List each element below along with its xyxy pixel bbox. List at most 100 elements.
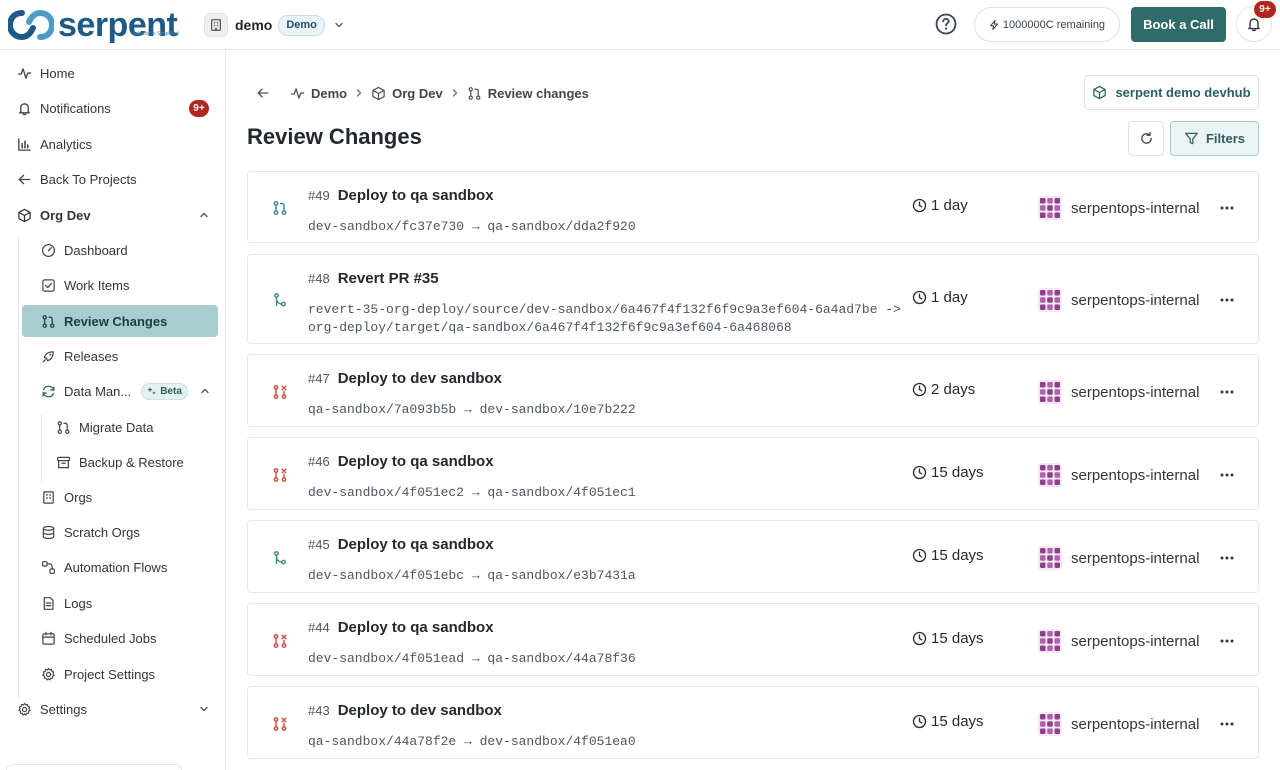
change-title[interactable]: Deploy to qa sandbox [338,536,494,553]
filters-button[interactable]: Filters [1170,121,1259,156]
more-horizontal-icon[interactable] [1218,466,1236,484]
sidebar-item-automation-flows[interactable]: Automation Flows [40,551,210,583]
sidebar-item-label: Analytics [40,136,93,152]
change-branches: dev-sandbox/4f051ebc → qa-sandbox/e3b743… [308,568,636,583]
activity-icon [16,65,32,81]
calendar-icon [40,630,56,646]
sidebar-item-org-dev[interactable]: Org Dev [16,199,210,231]
avatar [1038,463,1062,487]
more-horizontal-icon[interactable] [1218,632,1236,650]
activity-icon [290,87,305,99]
change-number: #46 [308,454,330,469]
change-owner[interactable]: serpentops-internal [1038,546,1199,570]
archive-icon [55,454,71,470]
change-age-label: 15 days [931,713,984,730]
sidebar-item-migrate-data[interactable]: Migrate Data [55,411,210,443]
more-horizontal-icon[interactable] [1218,291,1236,309]
change-row[interactable]: #45 Deploy to qa sandbox dev-sandbox/4f0… [247,520,1259,593]
sidebar-item-notifications[interactable]: Notifications 9+ [16,92,209,124]
refresh-button[interactable] [1128,121,1164,156]
change-row[interactable]: #46 Deploy to qa sandbox dev-sandbox/4f0… [247,437,1259,510]
change-owner[interactable]: serpentops-internal [1038,288,1199,312]
sidebar-item-releases[interactable]: Releases [40,340,210,372]
change-owner[interactable]: serpentops-internal [1038,196,1199,220]
change-title[interactable]: Deploy to dev sandbox [338,702,502,719]
project-switcher[interactable]: demo Demo [204,12,345,38]
sidebar-item-review-changes[interactable]: Review Changes [22,305,218,337]
more-horizontal-icon[interactable] [1218,383,1236,401]
change-number: #43 [308,703,330,718]
pull-request-closed-icon [272,633,288,649]
book-call-button[interactable]: Book a Call [1131,7,1226,42]
change-owner-name: serpentops-internal [1071,291,1200,309]
avatar [1038,712,1062,736]
change-age: 15 days [912,547,984,564]
chevron-down-icon [333,19,345,31]
change-title[interactable]: Deploy to qa sandbox [338,619,494,636]
change-row[interactable]: #44 Deploy to qa sandbox dev-sandbox/4f0… [247,603,1259,676]
breadcrumb-demo[interactable]: Demo [290,86,347,101]
serpent-logo[interactable]: serpent [8,6,178,44]
breadcrumb-label: Review changes [487,85,589,101]
sidebar-item-label: Migrate Data [79,419,154,435]
avatar [1038,288,1062,312]
package-icon [372,86,385,100]
clock-icon [912,290,927,305]
change-owner[interactable]: serpentops-internal [1038,380,1199,404]
sparkle-icon [147,387,157,395]
change-age: 15 days [912,464,984,481]
sidebar-item-logs[interactable]: Logs [40,587,210,619]
change-title[interactable]: Deploy to qa sandbox [338,453,494,470]
change-row[interactable]: #43 Deploy to dev sandbox qa-sandbox/44a… [247,686,1259,759]
breadcrumb-label: Org Dev [392,85,443,101]
sidebar-item-backup-restore[interactable]: Backup & Restore [55,446,210,478]
devhub-label: serpent demo devhub [1115,85,1251,100]
credits-label: 1000000C remaining [1002,18,1106,31]
change-age: 1 day [912,289,968,306]
devhub-selector[interactable]: serpent demo devhub [1084,75,1259,110]
change-branches: dev-sandbox/4f051ead → qa-sandbox/44a78f… [308,651,636,666]
sidebar-item-label: Home [40,65,75,81]
pull-request-closed-icon [272,384,288,400]
change-number: #47 [308,371,330,386]
sidebar-item-dashboard[interactable]: Dashboard [40,234,210,266]
project-name: demo [235,17,273,33]
change-owner-name: serpentops-internal [1071,383,1200,401]
rocket-icon [40,348,56,364]
sidebar-item-back-to-projects[interactable]: Back To Projects [16,163,211,195]
back-arrow-icon[interactable] [256,86,270,100]
change-age-label: 1 day [931,197,968,214]
change-owner[interactable]: serpentops-internal [1038,629,1199,653]
sidebar-item-project-settings[interactable]: Project Settings [40,658,210,690]
change-owner[interactable]: serpentops-internal [1038,712,1199,736]
change-row[interactable]: #49 Deploy to qa sandbox dev-sandbox/fc3… [247,171,1259,243]
bell-icon [1248,18,1260,32]
change-title[interactable]: Deploy to dev sandbox [338,370,502,387]
bar-chart-icon [16,136,32,152]
sidebar-item-data-management[interactable]: Data Man... Beta [40,375,211,407]
change-owner[interactable]: serpentops-internal [1038,463,1199,487]
change-row[interactable]: #48 Revert PR #35 revert-35-org-deploy/s… [247,254,1259,344]
sidebar-item-scheduled-jobs[interactable]: Scheduled Jobs [40,622,210,654]
sidebar-item-work-items[interactable]: Work Items [40,269,210,301]
sidebar-item-orgs[interactable]: Orgs [40,481,210,513]
change-row[interactable]: #47 Deploy to dev sandbox qa-sandbox/7a0… [247,354,1259,427]
breadcrumb-org-dev[interactable]: Org Dev [371,86,443,101]
more-horizontal-icon[interactable] [1218,715,1236,733]
change-age-label: 2 days [931,381,976,398]
package-icon [1093,85,1107,100]
sidebar-item-label: Back To Projects [40,171,137,187]
sidebar-item-analytics[interactable]: Analytics [16,128,211,160]
change-owner-name: serpentops-internal [1071,632,1200,650]
sidebar-item-settings[interactable]: Settings [16,693,210,725]
change-title[interactable]: Deploy to qa sandbox [338,187,494,204]
clock-icon [912,382,927,397]
sidebar-item-home[interactable]: Home [16,57,211,89]
more-horizontal-icon[interactable] [1218,549,1236,567]
help-icon[interactable] [934,12,958,36]
change-title[interactable]: Revert PR #35 [338,270,439,287]
sidebar-item-scratch-orgs[interactable]: Scratch Orgs [40,516,210,548]
credits-indicator[interactable]: 1000000C remaining [974,7,1120,42]
change-owner-name: serpentops-internal [1071,466,1200,484]
more-horizontal-icon[interactable] [1218,199,1236,217]
